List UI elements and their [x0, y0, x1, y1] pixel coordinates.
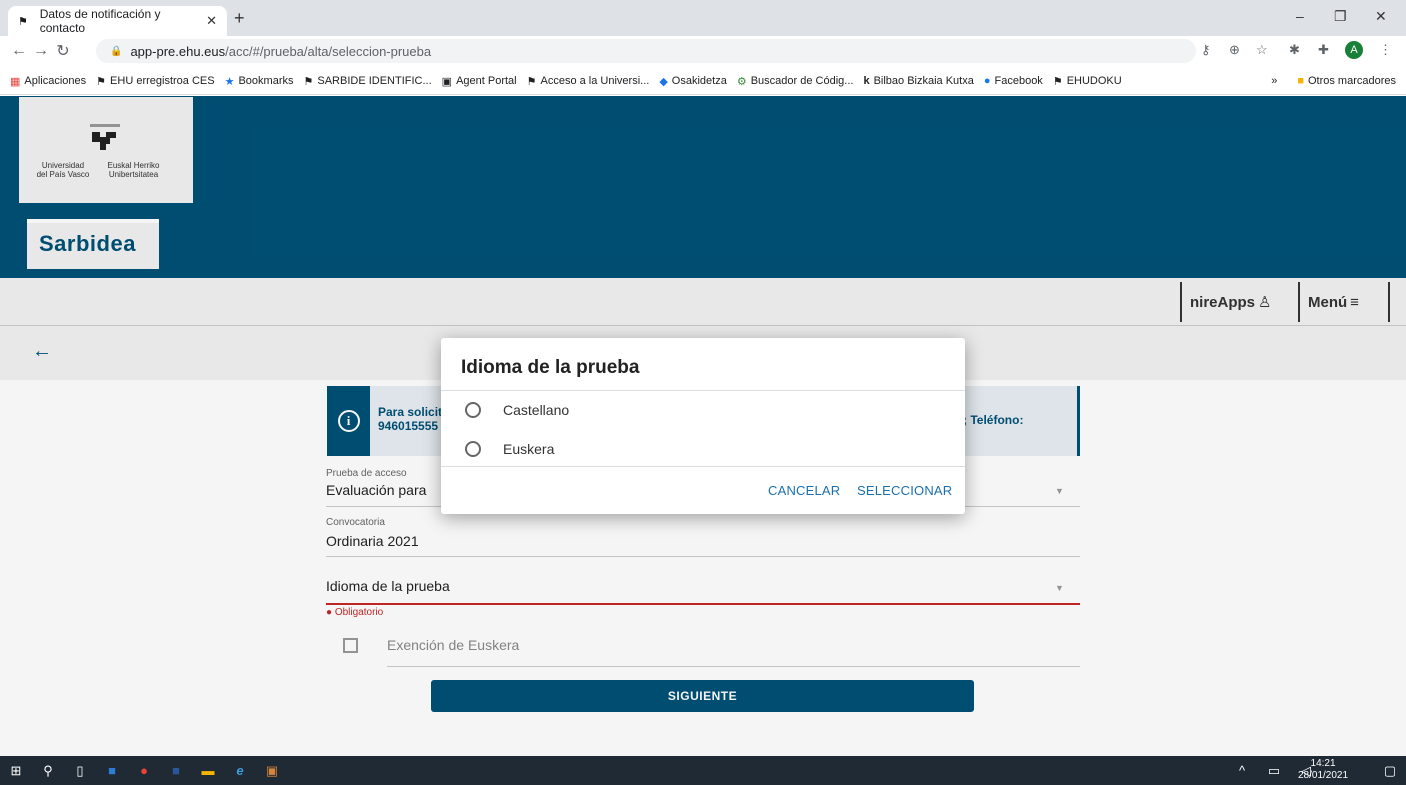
- folder-icon: ■: [1297, 75, 1304, 87]
- bookmark-item[interactable]: ⚙ Buscador de Códig...: [737, 75, 854, 88]
- bookmark-item[interactable]: ⚑ EHU erregistroa CES: [96, 75, 214, 88]
- url-host: app-pre.ehu.eus: [130, 43, 226, 59]
- notifications-icon[interactable]: ▢: [1374, 756, 1406, 785]
- radio-castellano[interactable]: [465, 402, 481, 418]
- back-arrow-icon[interactable]: ←: [8, 42, 30, 60]
- key-icon[interactable]: ⚷: [1201, 42, 1211, 58]
- new-tab-button[interactable]: +: [234, 8, 245, 29]
- url-path: /acc/#/prueba/alta/seleccion-prueba: [225, 43, 432, 59]
- bookmark-item[interactable]: ● Facebook: [984, 75, 1043, 87]
- reload-icon[interactable]: ↻: [52, 41, 74, 61]
- ehu-icon: ⚑: [526, 75, 537, 88]
- outlook-icon[interactable]: ■: [96, 756, 128, 785]
- star-icon: ★: [224, 75, 235, 88]
- profile-avatar[interactable]: A: [1345, 41, 1363, 59]
- k-icon: k: [863, 75, 870, 87]
- option-castellano-label[interactable]: Castellano: [503, 402, 569, 418]
- system-clock[interactable]: 14:21 28/01/2021: [1298, 758, 1348, 782]
- puzzle-icon[interactable]: ✚: [1318, 42, 1329, 58]
- bookmark-star-icon[interactable]: ☆: [1256, 42, 1268, 58]
- ehu-icon: ⚑: [96, 75, 107, 88]
- windows-taskbar: ⊞ ⚲ ▯ ■ ● ■ ▬ e ▣ ^ ▭ ◁ ▢: [0, 756, 1406, 785]
- dialog-title: Idioma de la prueba: [461, 357, 640, 378]
- network-icon[interactable]: ▭: [1258, 756, 1290, 785]
- forward-arrow-icon[interactable]: →: [30, 42, 52, 60]
- minimize-icon[interactable]: –: [1296, 8, 1304, 24]
- install-icon[interactable]: ⊕: [1229, 42, 1240, 58]
- word-icon[interactable]: ■: [160, 756, 192, 785]
- bookmark-item[interactable]: ▦ Aplicaciones: [10, 75, 86, 88]
- select-button[interactable]: SELECCIONAR: [857, 483, 952, 498]
- windows-start-icon[interactable]: ⊞: [0, 756, 32, 785]
- browser-tab[interactable]: ⚑ Datos de notificación y contacto ✕: [8, 6, 227, 36]
- apps-grid-icon: ▦: [10, 75, 21, 88]
- radio-euskera[interactable]: [465, 441, 481, 457]
- ehu-icon: ⚑: [1052, 75, 1063, 88]
- chrome-icon[interactable]: ●: [128, 756, 160, 785]
- restore-icon[interactable]: ❐: [1334, 8, 1347, 25]
- osakidetza-icon: ◆: [659, 75, 668, 88]
- file-explorer-icon[interactable]: ▬: [192, 756, 224, 785]
- bookmark-item[interactable]: ⚑ SARBIDE IDENTIFIC...: [304, 75, 432, 88]
- bookmark-item[interactable]: ▣ Agent Portal: [442, 75, 517, 88]
- window-close-icon[interactable]: ✕: [1375, 8, 1387, 25]
- portal-icon: ▣: [441, 75, 453, 88]
- bookmark-item[interactable]: k Bilbao Bizkaia Kutxa: [863, 75, 973, 87]
- search-icon[interactable]: ⚲: [32, 756, 64, 785]
- cancel-button[interactable]: CANCELAR: [768, 483, 840, 498]
- other-bookmarks-folder[interactable]: ■ Otros marcadores: [1297, 75, 1396, 87]
- option-euskera-label[interactable]: Euskera: [503, 441, 554, 457]
- ehu-icon: ⚑: [303, 75, 314, 88]
- tab-title: Datos de notificación y contacto: [39, 7, 161, 35]
- dialog-divider: [441, 466, 965, 467]
- tray-chevron-icon[interactable]: ^: [1226, 756, 1258, 785]
- search-code-icon: ⚙: [736, 75, 747, 88]
- lock-icon: 🔒: [110, 45, 123, 57]
- facebook-icon: ●: [983, 75, 991, 87]
- more-bookmarks-icon[interactable]: »: [1271, 75, 1277, 87]
- address-bar[interactable]: 🔒 app-pre.ehu.eus /acc/#/prueba/alta/sel…: [96, 39, 1196, 63]
- kebab-menu-icon[interactable]: ⋮: [1379, 42, 1392, 58]
- extension-icon[interactable]: ✱: [1289, 42, 1300, 58]
- bookmark-item[interactable]: ◆ Osakidetza: [659, 75, 727, 88]
- bookmarks-bar: ▦ Aplicaciones ⚑ EHU erregistroa CES ★ Book…: [0, 68, 1406, 95]
- tab-close-icon[interactable]: ✕: [206, 13, 217, 29]
- task-view-icon[interactable]: ▯: [64, 756, 96, 785]
- dialog-divider: [441, 390, 965, 391]
- bookmark-item[interactable]: ⚑ EHUDOKU: [1053, 75, 1122, 88]
- internet-explorer-icon[interactable]: e: [224, 756, 256, 785]
- bookmark-item[interactable]: ★ Bookmarks: [225, 75, 294, 88]
- java-icon[interactable]: ▣: [256, 756, 288, 785]
- bookmark-item[interactable]: ⚑ Acceso a la Universi...: [527, 75, 650, 88]
- ehu-favicon-icon: ⚑: [18, 15, 28, 28]
